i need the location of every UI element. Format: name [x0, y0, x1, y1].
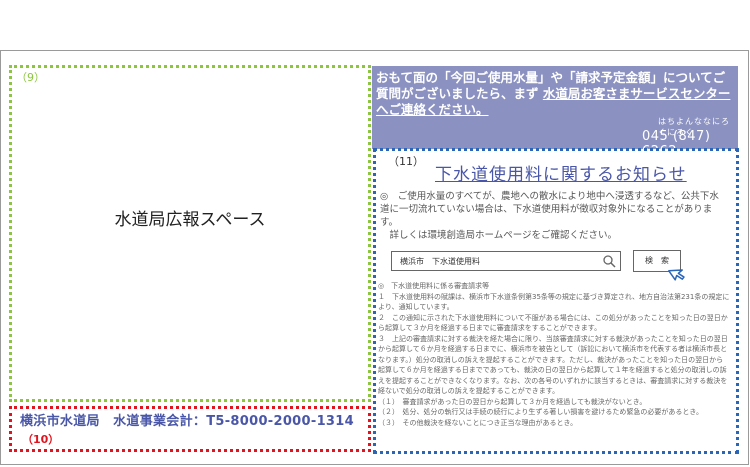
rights-item: （１） 審査請求があった日の翌日から起算して３か月を経過しても裁決がないとき。 — [378, 397, 647, 406]
contact-line-1: おもて面の「今回ご使用水量」や「請求予定金額」についてご — [376, 70, 726, 85]
rights-item: （３） その他裁決を経ないことにつき正当な理由があるとき。 — [378, 418, 578, 427]
search-input-value: 横浜市 下水道使用料 — [400, 257, 480, 266]
contact-line-3: へご連絡ください。 — [376, 102, 489, 117]
box10-number: （10） — [22, 433, 60, 446]
rights-heading: ◎ 下水道使用料に係る審査請求等 — [378, 282, 490, 290]
rights-item: ３ 上記の審査請求に対する裁決を経た場合に限り、当該審査請求に対する裁決があった… — [378, 334, 728, 396]
search-input[interactable]: 横浜市 下水道使用料 — [391, 251, 621, 271]
rights-item: ２ この通知に示された下水道使用料について不服がある場合には、この処分があったこ… — [378, 313, 728, 333]
appeal-rights-section: ◎ 下水道使用料に係る審査請求等 １ 下水道使用料の賦課は、横浜市下水道条例第3… — [378, 281, 730, 428]
rights-item: １ 下水道使用料の賦課は、横浜市下水道条例第35条等の規定に基づき算定され、地方… — [378, 292, 730, 312]
contact-message: おもて面の「今回ご使用水量」や「請求予定金額」についてご 質問がございましたら、… — [376, 70, 732, 118]
service-center-link[interactable]: 水道局お客さまサービスセンター — [543, 86, 731, 101]
contact-banner: おもて面の「今回ご使用水量」や「請求予定金額」についてご 質問がございましたら、… — [372, 66, 738, 159]
notice-title: 下水道使用料に関するお知らせ — [435, 165, 687, 185]
rights-item: （２） 処分、処分の執行又は手続の続行により生ずる著しい損害を避けるため緊急の必… — [378, 408, 704, 416]
notice-intro: ◎ ご使用水量のすべてが、農地への散水により地中へ浸透するなど、公共下水道に一切… — [380, 190, 726, 242]
box11-number: （11） — [388, 155, 424, 168]
box9-number: （9） — [16, 71, 45, 84]
pr-space-text: 水道局広報スペース — [114, 210, 266, 230]
contact-line-2: 質問がございましたら、まず — [376, 86, 543, 101]
intro-details-line: 詳しくは環境創造局ホームページをご確認ください。 — [380, 230, 618, 241]
account-number-text: 横浜市水道局 水道事業会計：T5-8000-2000-1314 — [20, 414, 354, 429]
intro-paragraph: ◎ ご使用水量のすべてが、農地への散水により地中へ浸透するなど、公共下水道に一切… — [380, 191, 719, 228]
pr-space-box — [9, 65, 371, 402]
search-icon — [603, 255, 616, 268]
